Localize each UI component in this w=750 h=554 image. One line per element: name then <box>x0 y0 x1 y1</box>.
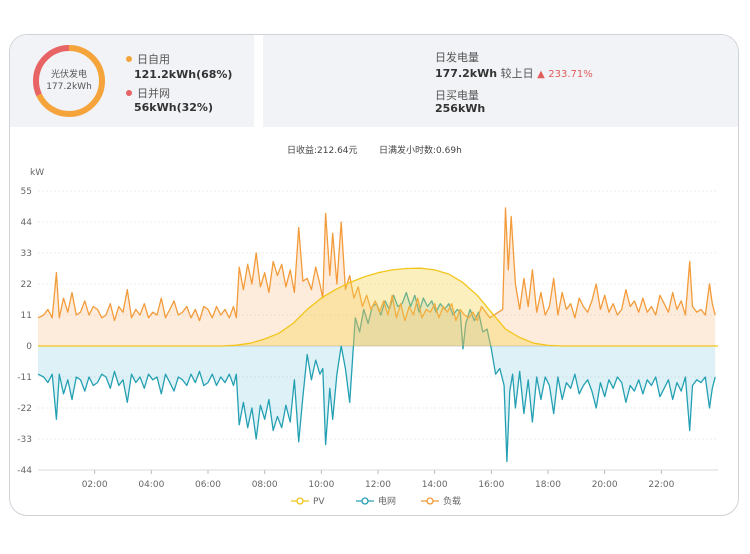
x-tick-label: 04:00 <box>138 480 164 490</box>
grid-dot <box>126 90 132 96</box>
self-use-value: 121.2kWh(68%) <box>134 68 233 81</box>
y-tick-label: -44 <box>17 466 32 476</box>
grid-legend: 日并网 <box>126 85 170 101</box>
generation-label: 日发电量 <box>435 51 479 64</box>
purchase-value-row: 256kWh <box>435 102 485 115</box>
legend-marker <box>361 497 369 505</box>
legend-marker <box>426 497 434 505</box>
legend-label: PV <box>313 497 325 507</box>
grid-value: 56kWh(32%) <box>134 101 213 114</box>
y-tick-label: 55 <box>21 187 32 197</box>
y-tick-label: 0 <box>26 342 32 352</box>
x-tick-label: 06:00 <box>195 480 221 490</box>
legend-label: 负载 <box>443 495 461 507</box>
y-tick-label: 11 <box>21 311 32 321</box>
power-line-chart: kW 55 44 33 22 11 0 -11 -22 -33 -44 02:00 04:00 06:00… <box>17 168 718 507</box>
y-tick-label: -11 <box>17 373 32 383</box>
y-tick-label: 22 <box>21 280 32 290</box>
dashboard-card: 光伏发电 177.2kWh 日自用 121.2kWh(68%) 日并网 56kW… <box>9 34 739 516</box>
donut-center-label: 光伏发电 177.2kWh <box>32 69 106 93</box>
energy-summary-panel: 日发电量 177.2kWh 较上日 ▲ 233.71% 日买电量 256kWh <box>263 35 738 127</box>
y-tick-label: -33 <box>17 435 32 445</box>
x-tick-label: 12:00 <box>365 480 391 490</box>
x-tick-label: 20:00 <box>592 480 618 490</box>
y-tick-label: 33 <box>21 249 32 259</box>
x-tick-label: 22:00 <box>648 480 674 490</box>
x-tick-label: 08:00 <box>252 480 278 490</box>
purchase-label: 日买电量 <box>435 89 479 102</box>
y-axis-label: kW <box>30 168 44 178</box>
y-tick-label: -22 <box>17 404 32 414</box>
self-use-legend: 日自用 <box>126 51 170 67</box>
generation-row: 177.2kWh 较上日 ▲ 233.71% <box>435 65 593 81</box>
purchase-value: 256kWh <box>435 102 486 115</box>
self-use-dot <box>126 56 132 62</box>
generation-summary-panel: 光伏发电 177.2kWh 日自用 121.2kWh(68%) 日并网 56kW… <box>10 35 254 127</box>
x-tick-label: 14:00 <box>422 480 448 490</box>
donut-title: 光伏发电 <box>50 70 87 80</box>
legend-label: 电网 <box>378 495 396 507</box>
y-tick-label: 44 <box>21 218 33 228</box>
x-tick-label: 16:00 <box>478 480 504 490</box>
x-tick-label: 02:00 <box>82 480 108 490</box>
grid-label: 日并网 <box>137 87 170 100</box>
compare-value: 233.71% <box>548 69 593 80</box>
self-use-label: 日自用 <box>137 53 170 66</box>
legend-marker <box>296 497 304 505</box>
trend-up-icon: ▲ <box>537 69 545 80</box>
x-tick-label: 10:00 <box>308 480 334 490</box>
compare-label: 较上日 <box>500 67 534 80</box>
generation-value: 177.2kWh <box>435 67 498 80</box>
donut-value: 177.2kWh <box>46 82 92 92</box>
x-tick-label: 18:00 <box>535 480 561 490</box>
